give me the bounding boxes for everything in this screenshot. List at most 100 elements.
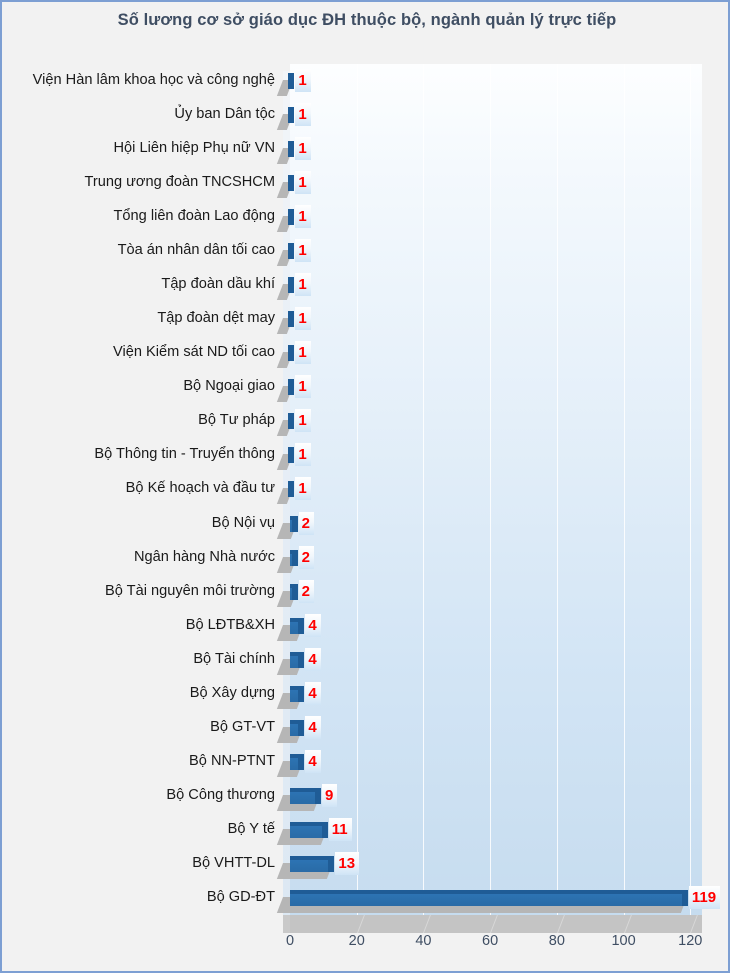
data-label: 1 xyxy=(295,443,311,467)
bar-row: Bộ NN-PTNT 4 xyxy=(2,745,728,779)
bar-end-cap xyxy=(298,651,305,668)
bar-top-edge xyxy=(290,855,334,860)
bar-row: Bộ Nội vụ 2 xyxy=(2,507,728,541)
data-label: 13 xyxy=(335,851,360,875)
bar[interactable] xyxy=(276,481,295,505)
bar-end-cap xyxy=(298,753,305,770)
bar-end-cap xyxy=(288,447,295,464)
data-label: 4 xyxy=(305,681,321,705)
bar[interactable] xyxy=(276,515,298,539)
floor-gridline xyxy=(423,915,432,933)
bar-end-cap xyxy=(681,889,688,906)
bar-row: Ngân hàng Nhà nước 2 xyxy=(2,541,728,575)
data-label: 4 xyxy=(305,647,321,671)
bar-row: Bộ Công thương 9 xyxy=(2,779,728,813)
category-label: Bộ Kế hoạch và đầu tư xyxy=(125,480,275,497)
bar-end-cap xyxy=(291,549,298,566)
x-axis: 0 20 40 60 80 100 120 xyxy=(2,933,728,963)
bar[interactable] xyxy=(276,243,295,267)
chart-title: Số lương cơ sở giáo dục ĐH thuộc bộ, ngà… xyxy=(117,11,617,29)
data-label: 1 xyxy=(295,239,311,263)
data-label: 1 xyxy=(295,307,311,331)
bar-end-cap xyxy=(321,821,328,838)
bar-row: Bộ Tài chính 4 xyxy=(2,643,728,677)
bar-row: Tòa án nhân dân tối cao 1 xyxy=(2,234,728,268)
x-axis-tick-label: 40 xyxy=(415,933,432,949)
category-label: Tòa án nhân dân tối cao xyxy=(117,242,275,259)
bar-end-cap xyxy=(291,515,298,532)
x-axis-tick-label: 120 xyxy=(678,933,703,949)
bar-row: Bộ Tư pháp 1 xyxy=(2,404,728,438)
data-label: 1 xyxy=(295,477,311,501)
bar[interactable] xyxy=(276,209,295,233)
bar[interactable] xyxy=(276,855,335,879)
category-label: Bộ Y tế xyxy=(227,820,275,837)
bar-row: Trung ương đoàn TNCSHCM 1 xyxy=(2,166,728,200)
data-label: 1 xyxy=(295,375,311,399)
bar-series: Viện Hàn lâm khoa học và công nghệ 1 Ủy ba… xyxy=(2,64,728,915)
bar-row: Viện Kiểm sát ND tối cao 1 xyxy=(2,336,728,370)
bar[interactable] xyxy=(276,719,305,743)
data-label: 1 xyxy=(295,137,311,161)
bar-row: Viện Hàn lâm khoa học và công nghệ 1 xyxy=(2,64,728,98)
bar[interactable] xyxy=(276,651,305,675)
category-label: Bộ GD-ĐT xyxy=(206,888,275,905)
bar-row: Bộ Thông tin - Truyển thông 1 xyxy=(2,438,728,472)
bar[interactable] xyxy=(276,753,305,777)
category-label: Hội Liên hiệp Phụ nữ VN xyxy=(113,140,275,157)
data-label: 1 xyxy=(295,103,311,127)
x-axis-tick-label: 0 xyxy=(285,933,295,949)
bar-row: Bộ LĐTB&XH 4 xyxy=(2,609,728,643)
floor-gridline xyxy=(356,915,365,933)
bar[interactable] xyxy=(276,73,295,97)
bar-row: Bộ GD-ĐT 119 xyxy=(2,881,728,915)
bar[interactable] xyxy=(276,277,295,301)
bar[interactable] xyxy=(276,413,295,437)
category-label: Bộ GT-VT xyxy=(210,718,275,735)
bar-row: Bộ Ngoại giao 1 xyxy=(2,370,728,404)
data-label: 1 xyxy=(295,171,311,195)
data-label: 4 xyxy=(305,613,321,637)
bar[interactable] xyxy=(276,379,295,403)
bar-row: Bộ Y tế 11 xyxy=(2,813,728,847)
data-label: 1 xyxy=(295,273,311,297)
category-label: Bộ Xây dựng xyxy=(189,684,275,701)
bar[interactable] xyxy=(276,583,298,607)
bar-end-cap xyxy=(288,311,295,328)
bar[interactable] xyxy=(276,821,328,845)
bar-end-cap xyxy=(298,719,305,736)
bar[interactable] xyxy=(276,311,295,335)
floor-gridline xyxy=(556,915,565,933)
data-label: 11 xyxy=(328,817,352,841)
bar-end-cap xyxy=(288,175,295,192)
bar[interactable] xyxy=(276,447,295,471)
data-label: 1 xyxy=(295,341,311,365)
floor-gridline xyxy=(623,915,632,933)
bar[interactable] xyxy=(276,685,305,709)
bar-row: Ủy ban Dân tộc 1 xyxy=(2,98,728,132)
x-axis-tick-label: 80 xyxy=(548,933,565,949)
bar[interactable] xyxy=(276,345,295,369)
data-label: 2 xyxy=(298,579,314,603)
bar[interactable] xyxy=(276,175,295,199)
bar-row: Tổng liên đoàn Lao động 1 xyxy=(2,200,728,234)
data-label: 1 xyxy=(295,69,311,93)
data-label: 1 xyxy=(295,205,311,229)
bar-row: Bộ GT-VT 4 xyxy=(2,711,728,745)
category-label: Tập đoàn dầu khí xyxy=(161,276,275,293)
bar-top-edge xyxy=(290,889,687,894)
bar-end-cap xyxy=(288,345,295,362)
bar-row: Hội Liên hiệp Phụ nữ VN 1 xyxy=(2,132,728,166)
category-label: Bộ Công thương xyxy=(166,786,275,803)
bar[interactable] xyxy=(276,889,688,913)
bar[interactable] xyxy=(276,787,322,811)
category-label: Tổng liên đoàn Lao động xyxy=(113,208,275,225)
chart-container: Số lương cơ sở giáo dục ĐH thuộc bộ, ngà… xyxy=(0,0,730,973)
data-label: 4 xyxy=(305,749,321,773)
data-label: 2 xyxy=(298,511,314,535)
bar[interactable] xyxy=(276,107,295,131)
bar[interactable] xyxy=(276,549,298,573)
bar[interactable] xyxy=(276,617,305,641)
bar[interactable] xyxy=(276,141,295,165)
category-label: Bộ Thông tin - Truyển thông xyxy=(94,446,275,463)
